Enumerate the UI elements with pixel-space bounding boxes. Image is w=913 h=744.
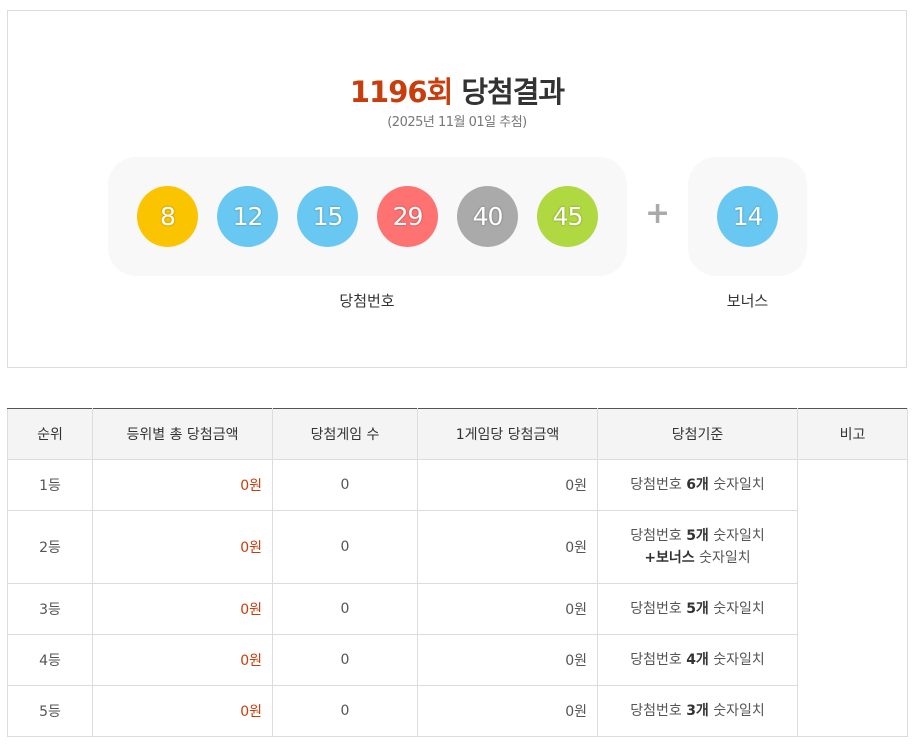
criteria-cell: 당첨번호 4개 숫자일치 [597, 634, 798, 686]
table-row: 2등 0원 0 0원 당첨번호 5개 숫자일치 +보너스 숫자일치 [7, 510, 908, 584]
criteria-text: 당첨번호 [630, 477, 687, 493]
criteria-text: 숫자일치 [708, 652, 765, 668]
criteria-text: 당첨번호 [630, 601, 687, 617]
criteria-text: 숫자일치 [708, 703, 765, 719]
total-prize-cell: 0원 [92, 634, 273, 686]
criteria-text: 숫자일치 [694, 550, 751, 566]
table-row: 3등 0원 0 0원 당첨번호 5개 숫자일치 [7, 583, 908, 635]
draw-title-suffix: 당첨결과 [461, 75, 565, 109]
header-prize-per-game: 1게임당 당첨금액 [417, 408, 598, 460]
criteria-cell: 당첨번호 3개 숫자일치 [597, 685, 798, 737]
prize-per-game-cell: 0원 [417, 685, 598, 737]
criteria-count: 3개 [686, 703, 709, 719]
winning-ball-5: 40 [457, 186, 518, 247]
plus-icon: + [645, 196, 671, 231]
prize-per-game-cell: 0원 [417, 583, 598, 635]
criteria-cell: 당첨번호 5개 숫자일치 +보너스 숫자일치 [597, 510, 798, 584]
header-rank: 순위 [7, 408, 93, 460]
winner-count-cell: 0 [272, 685, 418, 737]
draw-title: 1196회 당첨결과 [8, 69, 906, 111]
notes-cell [797, 459, 908, 737]
header-notes: 비고 [797, 408, 908, 460]
criteria-cell: 당첨번호 5개 숫자일치 [597, 583, 798, 635]
header-criteria: 당첨기준 [597, 408, 798, 460]
winning-ball-1: 8 [137, 186, 198, 247]
criteria-text: 당첨번호 [630, 703, 687, 719]
rank-cell: 4등 [7, 634, 93, 686]
criteria-count: 5개 [686, 528, 709, 544]
total-prize-cell: 0원 [92, 685, 273, 737]
draw-result-panel: 1196회 당첨결과 (2025년 11월 01일 추첨) 8 12 15 29… [7, 10, 907, 368]
rank-cell: 3등 [7, 583, 93, 635]
winner-count-cell: 0 [272, 583, 418, 635]
winning-ball-4: 29 [377, 186, 438, 247]
bonus-caption: 보너스 [726, 292, 769, 310]
draw-round-number: 1196회 [349, 75, 453, 109]
rank-cell: 5등 [7, 685, 93, 737]
total-prize-cell: 0원 [92, 510, 273, 584]
header-winner-count: 당첨게임 수 [272, 408, 418, 460]
prize-per-game-cell: 0원 [417, 510, 598, 584]
table-row: 5등 0원 0 0원 당첨번호 3개 숫자일치 [7, 685, 908, 737]
total-prize-cell: 0원 [92, 459, 273, 511]
bonus-number-panel: 14 [688, 157, 807, 276]
criteria-text: 숫자일치 [708, 528, 765, 544]
header-total-prize: 등위별 총 당첨금액 [92, 408, 273, 460]
criteria-count: 6개 [686, 477, 709, 493]
prize-table-header-row: 순위 등위별 총 당첨금액 당첨게임 수 1게임당 당첨금액 당첨기준 비고 [7, 408, 908, 460]
criteria-text: 숫자일치 [708, 601, 765, 617]
criteria-count: 5개 [686, 601, 709, 617]
winner-count-cell: 0 [272, 634, 418, 686]
table-row: 1등 0원 0 0원 당첨번호 6개 숫자일치 [7, 459, 908, 737]
criteria-cell: 당첨번호 6개 숫자일치 [597, 459, 798, 511]
total-prize-cell: 0원 [92, 583, 273, 635]
winning-numbers-caption: 당첨번호 [339, 292, 395, 310]
criteria-text: 당첨번호 [630, 652, 687, 668]
rank-cell: 2등 [7, 510, 93, 584]
draw-date: (2025년 11월 01일 추첨) [387, 115, 527, 130]
prize-per-game-cell: 0원 [417, 459, 598, 511]
prize-table: 순위 등위별 총 당첨금액 당첨게임 수 1게임당 당첨금액 당첨기준 비고 1… [7, 408, 908, 737]
winning-ball-2: 12 [217, 186, 278, 247]
rank-cell: 1등 [7, 459, 93, 511]
criteria-bonus: +보너스 [644, 550, 695, 566]
criteria-text: 숫자일치 [708, 477, 765, 493]
winning-numbers-panel: 8 12 15 29 40 45 [108, 157, 627, 276]
criteria-text: 당첨번호 [630, 528, 687, 544]
winner-count-cell: 0 [272, 510, 418, 584]
bonus-ball: 14 [717, 186, 778, 247]
criteria-count: 4개 [686, 652, 709, 668]
table-row: 4등 0원 0 0원 당첨번호 4개 숫자일치 [7, 634, 908, 686]
winning-ball-6: 45 [537, 186, 598, 247]
prize-per-game-cell: 0원 [417, 634, 598, 686]
winning-ball-3: 15 [297, 186, 358, 247]
winner-count-cell: 0 [272, 459, 418, 511]
